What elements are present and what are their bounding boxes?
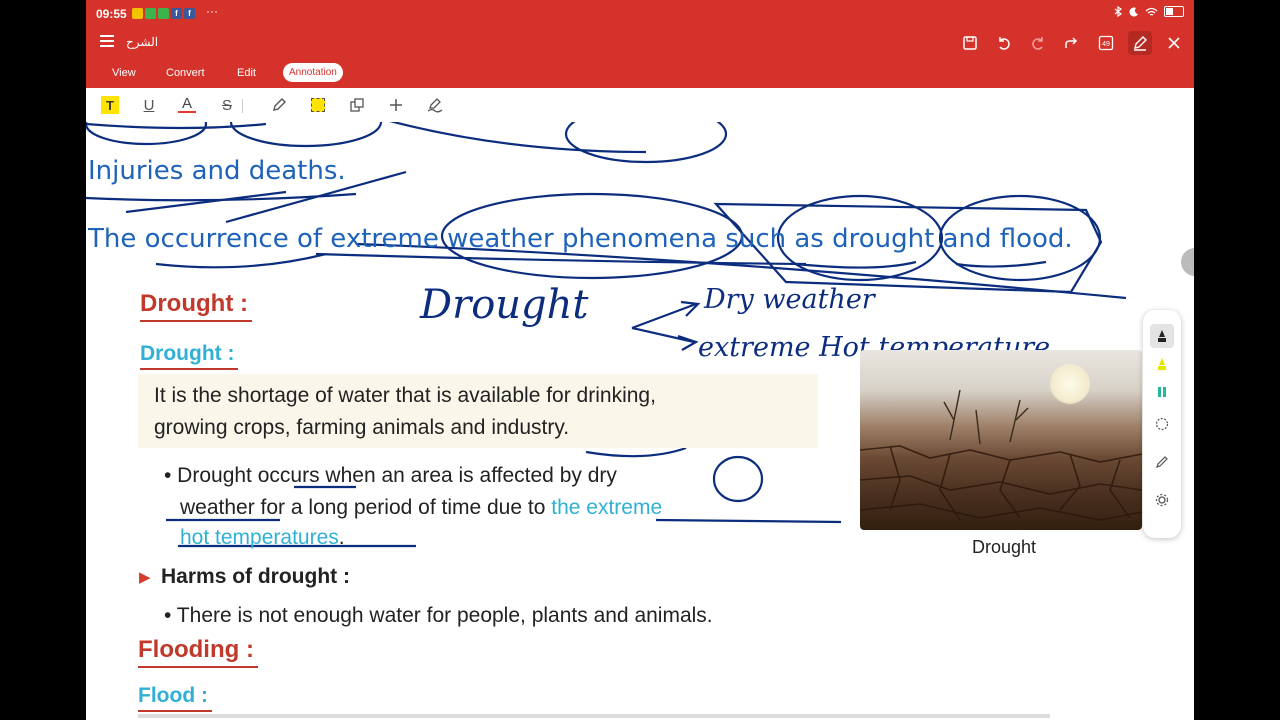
share-button[interactable] — [1060, 31, 1084, 55]
pencil-icon — [1156, 456, 1168, 468]
handwritten-injuries-text: Injuries and deaths. — [88, 156, 346, 186]
bullet-drought-occurs-line-3: hot temperatures. — [180, 526, 345, 550]
page-divider — [138, 714, 1050, 718]
tablet-screen: 09:55 f f ··· الشرح 49 View Convert Edit… — [86, 0, 1194, 720]
pen-tool-button[interactable] — [1150, 324, 1174, 348]
bullet-text: weather for a long period of time due to — [180, 496, 552, 519]
redo-button[interactable] — [1026, 31, 1050, 55]
pen-nib-icon — [1158, 330, 1166, 342]
harms-heading: Harms of drought : — [161, 565, 350, 588]
definition-line-1: It is the shortage of water that is avai… — [154, 384, 656, 407]
save-icon — [963, 36, 977, 50]
ink-tools-panel — [1143, 310, 1181, 538]
close-button[interactable] — [1162, 31, 1186, 55]
ink-pen-button[interactable] — [270, 96, 288, 114]
moon-icon — [1129, 7, 1138, 17]
underline-button[interactable]: U — [140, 96, 158, 114]
pages-icon: 49 — [1098, 35, 1114, 51]
toolbar-divider — [242, 99, 243, 113]
text-highlight-button[interactable]: T — [101, 96, 119, 114]
document-title: الشرح — [126, 35, 159, 49]
pen-icon — [273, 98, 286, 111]
page-count-button[interactable]: 49 — [1094, 31, 1118, 55]
signature-pen-icon — [427, 98, 443, 113]
handwritten-dry-weather: Dry weather — [704, 284, 875, 315]
status-more-icon: ··· — [206, 4, 218, 18]
bluetooth-icon — [1114, 6, 1123, 17]
save-button[interactable] — [958, 31, 982, 55]
notification-app-icon — [158, 8, 169, 19]
lasso-icon — [1155, 417, 1169, 431]
notification-app-icon — [132, 8, 143, 19]
title-toolbar: 49 — [958, 31, 1186, 55]
bullet-text: . — [338, 526, 345, 549]
tab-view[interactable]: View — [112, 67, 136, 79]
status-time: 09:55 — [96, 7, 127, 21]
shapes-button[interactable] — [348, 96, 366, 114]
drought-subheading: Drought : — [140, 342, 239, 370]
hamburger-menu-icon[interactable] — [100, 35, 114, 50]
facebook-icon: f — [184, 8, 195, 19]
photo-caption: Drought — [972, 537, 1037, 557]
highlighter-icon — [1158, 358, 1166, 370]
facebook-icon: f — [171, 8, 182, 19]
close-icon — [1168, 37, 1180, 49]
signature-button[interactable] — [426, 96, 444, 114]
bullet-drought-occurs-line-2: weather for a long period of time due to… — [180, 496, 662, 520]
edit-pen-button[interactable] — [1128, 31, 1152, 55]
bullet-highlight-text: hot temperatures — [180, 526, 339, 549]
tab-edit[interactable]: Edit — [237, 67, 256, 79]
flooding-heading: Flooding : — [138, 636, 258, 668]
pen-icon — [1134, 36, 1147, 51]
plus-icon — [390, 99, 402, 111]
flood-subheading: Flood : — [138, 684, 212, 712]
redo-icon — [1032, 37, 1043, 50]
area-highlight-icon — [311, 98, 325, 112]
undo-icon — [999, 37, 1010, 50]
status-system-icons — [1113, 6, 1184, 17]
bullet-drought-occurs-line-1: • Drought occurs when an area is affecte… — [164, 464, 617, 487]
eraser-tool-button[interactable] — [1150, 412, 1174, 436]
status-app-icons: f f — [132, 8, 195, 19]
highlighter-tool-button[interactable] — [1150, 352, 1174, 376]
document-page[interactable]: Injuries and deaths. The occurrence of e… — [86, 122, 1194, 720]
triangle-bullet-icon: ▶ — [139, 569, 151, 586]
notification-app-icon — [145, 8, 156, 19]
cracked-earth-pattern — [860, 389, 1142, 521]
page-count: 49 — [1102, 41, 1110, 48]
tab-convert[interactable]: Convert — [166, 67, 205, 79]
tab-annotation[interactable]: Annotation — [283, 63, 343, 82]
drought-heading: Drought : — [140, 290, 252, 322]
area-highlight-button[interactable] — [309, 96, 327, 114]
definition-line-2: growing crops, farming animals and indus… — [154, 416, 570, 439]
share-icon — [1065, 37, 1078, 48]
marker-tool-button[interactable] — [1150, 380, 1174, 404]
wifi-icon — [1145, 7, 1158, 16]
handwritten-drought-word: Drought — [420, 282, 589, 328]
edge-panel-handle[interactable] — [1181, 248, 1194, 276]
status-bar: 09:55 f f ··· — [86, 0, 1194, 27]
bullet-highlight-text: the extreme — [551, 496, 663, 519]
app-title-bar: الشرح 49 — [86, 27, 1194, 60]
pen-settings-button[interactable] — [1150, 450, 1174, 474]
harms-bullet: • There is not enough water for people, … — [164, 604, 713, 627]
undo-button[interactable] — [992, 31, 1016, 55]
main-tabs: View Convert Edit Annotation — [86, 60, 1194, 88]
drought-photo — [860, 350, 1142, 530]
handwritten-occurrence-text: The occurrence of extreme weather phenom… — [88, 224, 1073, 254]
add-button[interactable] — [387, 96, 405, 114]
strikethrough-button[interactable]: S — [218, 96, 236, 114]
settings-button[interactable] — [1150, 488, 1174, 512]
font-color-button[interactable]: A — [178, 95, 196, 113]
marker-icon — [1158, 387, 1166, 397]
battery-icon — [1164, 6, 1184, 17]
gear-icon — [1155, 493, 1169, 507]
annotation-toolbar: T U A S — [86, 88, 1194, 123]
shapes-icon — [350, 98, 364, 112]
